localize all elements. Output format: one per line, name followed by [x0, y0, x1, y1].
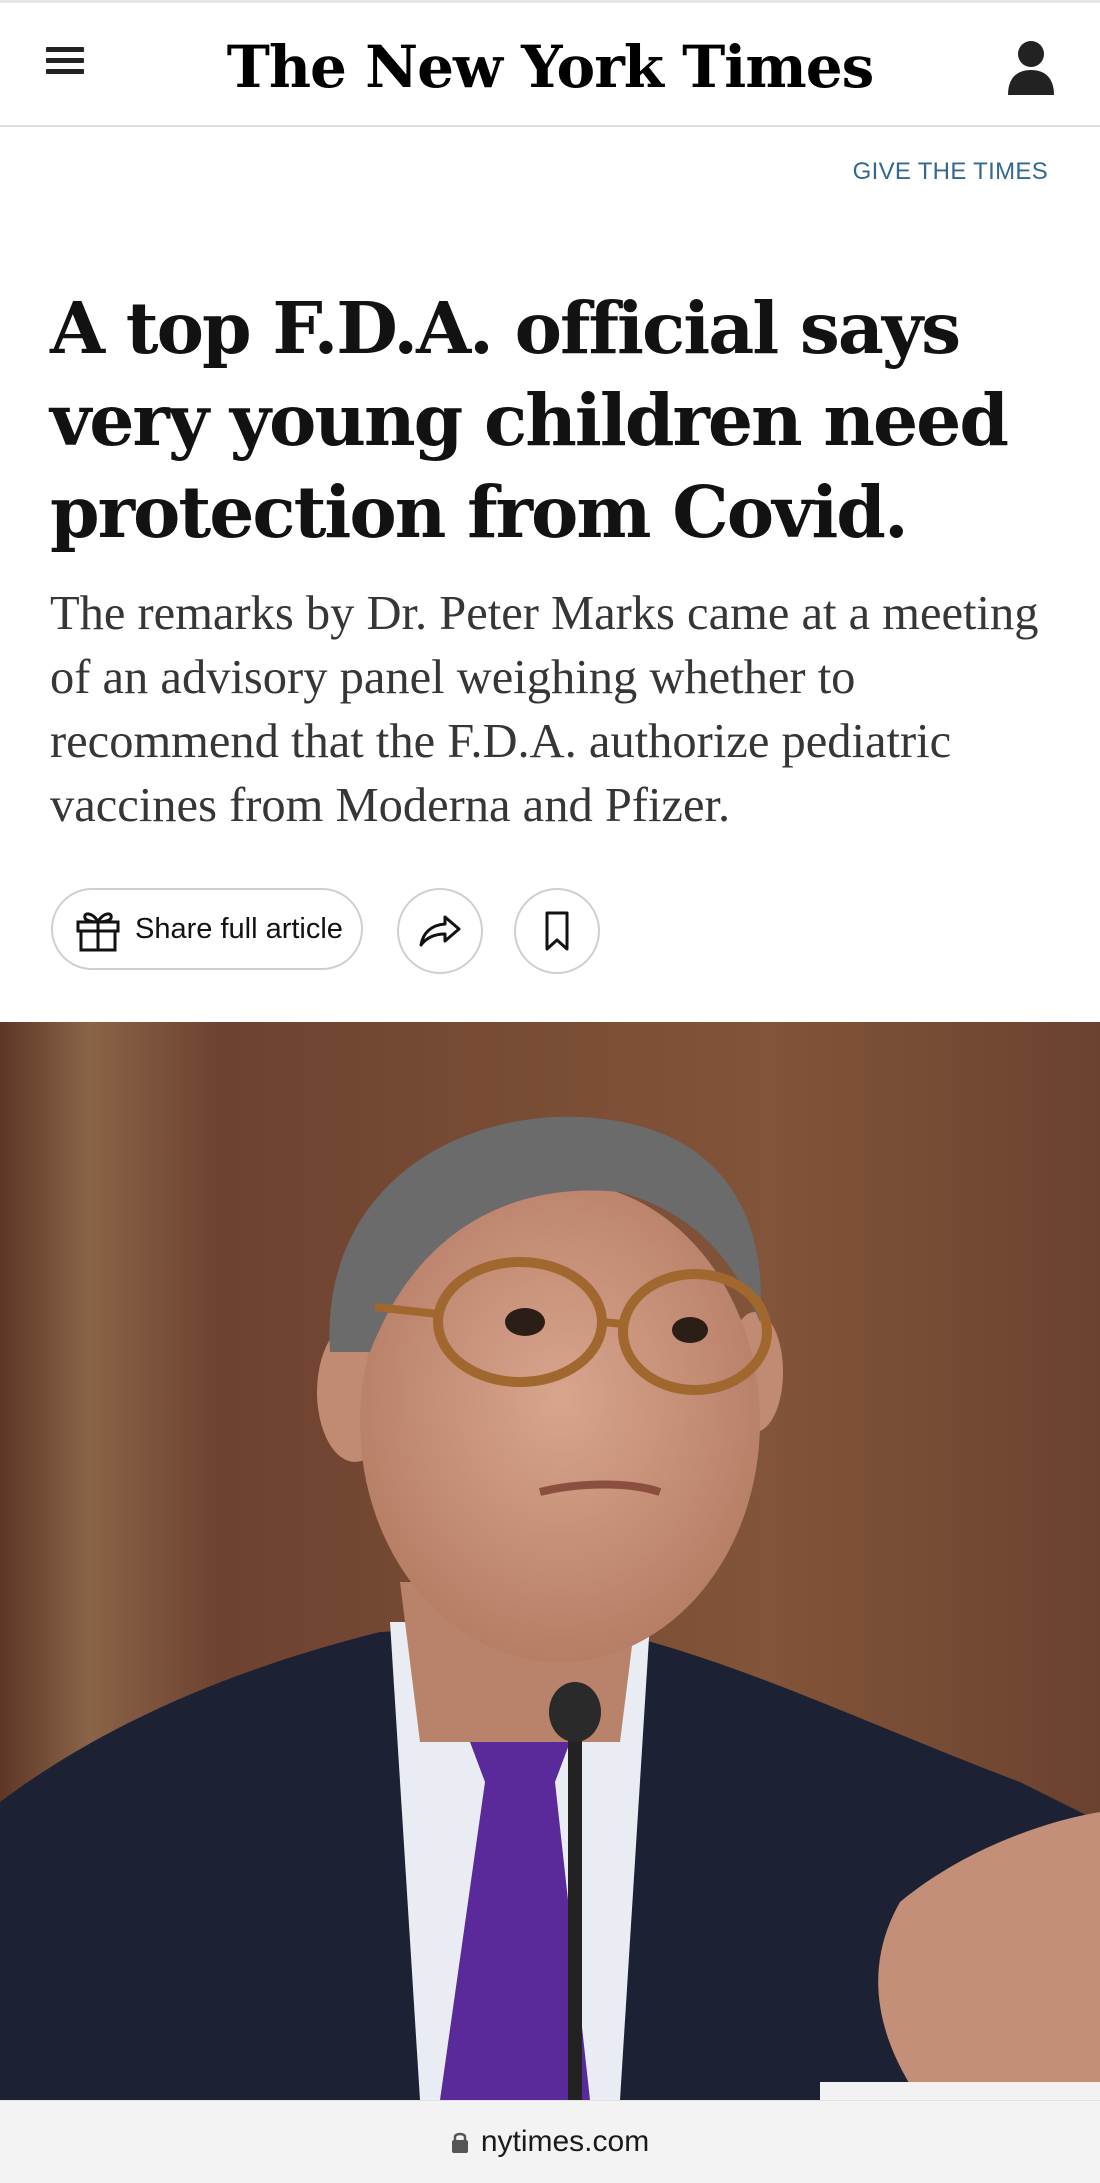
- page-url: nytimes.com: [480, 2125, 650, 2158]
- share-button-label: Share full article: [135, 912, 343, 945]
- gift-icon: [76, 912, 120, 952]
- browser-url-bar[interactable]: nytimes.com: [0, 2100, 1100, 2183]
- save-button[interactable]: [514, 888, 600, 974]
- bookmark-icon: [545, 911, 569, 951]
- nyt-logo[interactable]: The New York Times: [0, 27, 1100, 107]
- share-button[interactable]: [397, 888, 483, 974]
- user-account-icon[interactable]: [1006, 39, 1056, 95]
- article-summary: The remarks by Dr. Peter Marks came at a…: [50, 587, 1039, 832]
- article-photo: [0, 1022, 1100, 2100]
- article-headline: A top F.D.A. official says very young ch…: [50, 286, 1009, 554]
- share-full-article-button[interactable]: Share full article: [51, 888, 363, 970]
- lock-icon: [451, 2132, 468, 2153]
- site-header: The New York Times: [0, 3, 1100, 127]
- give-the-times-link[interactable]: GIVE THE TIMES: [853, 158, 1048, 186]
- share-arrow-icon: [419, 915, 461, 947]
